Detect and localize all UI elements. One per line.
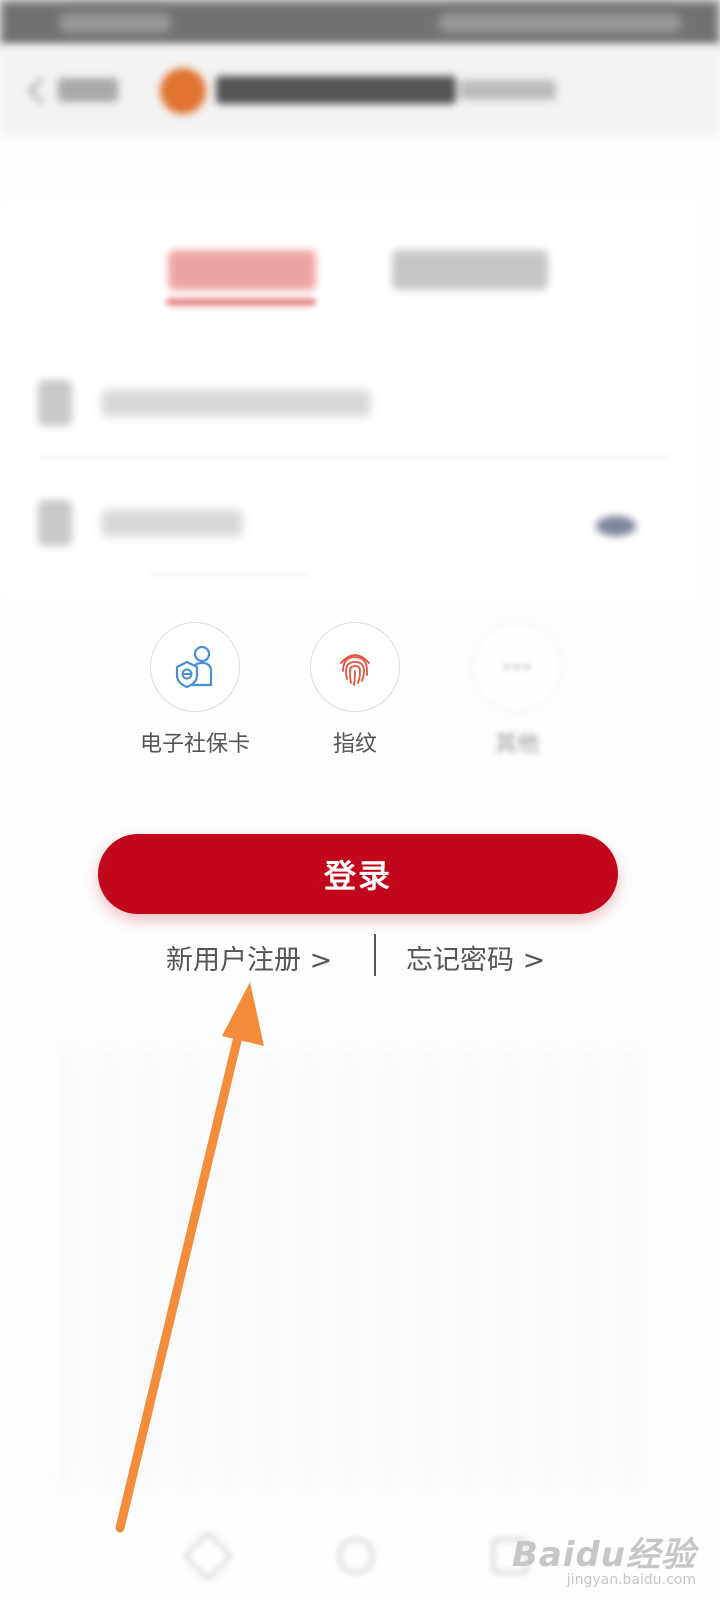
app-subtitle	[460, 80, 556, 100]
other-login-button[interactable]	[472, 622, 562, 712]
app-header	[0, 46, 720, 136]
more-icon	[504, 664, 530, 670]
status-bar-indicators	[440, 14, 680, 32]
password-input-underline	[150, 574, 310, 576]
fingerprint-icon	[340, 654, 370, 686]
fingerprint-button[interactable]	[310, 622, 400, 712]
other-login-label: 其他	[494, 732, 539, 757]
back-label[interactable]	[58, 78, 118, 102]
login-button[interactable]: 登录	[98, 834, 618, 914]
background-pattern	[60, 1050, 660, 1490]
phone-icon	[38, 380, 72, 426]
tab-personal-account[interactable]	[168, 250, 316, 290]
baidu-jingyan-watermark: Baidu经验 jingyan.baidu.com	[512, 1527, 696, 1588]
links-divider	[374, 934, 376, 976]
nav-home-icon[interactable]	[338, 1538, 374, 1574]
tab-corporate-account[interactable]	[392, 250, 548, 290]
app-title	[216, 76, 456, 104]
e-social-security-card-icon	[175, 645, 213, 689]
back-arrow-icon[interactable]	[24, 76, 48, 106]
register-link[interactable]: 新用户注册 >	[166, 938, 332, 977]
app-logo	[160, 68, 206, 114]
lock-icon	[38, 500, 72, 546]
forgot-password-link[interactable]: 忘记密码 >	[406, 938, 545, 977]
tab-active-indicator	[166, 298, 316, 306]
password-input[interactable]	[102, 510, 242, 536]
show-password-eye-icon[interactable]	[596, 516, 636, 536]
status-bar-time	[60, 14, 170, 32]
status-bar	[0, 0, 720, 46]
account-input-underline	[40, 456, 670, 458]
account-input[interactable]	[102, 390, 370, 416]
fingerprint-label: 指纹	[332, 732, 377, 757]
e-social-security-card-button[interactable]	[150, 622, 240, 712]
watermark-logo: Baidu经验	[511, 1535, 696, 1575]
e-social-security-card-label: 电子社保卡	[139, 732, 250, 757]
